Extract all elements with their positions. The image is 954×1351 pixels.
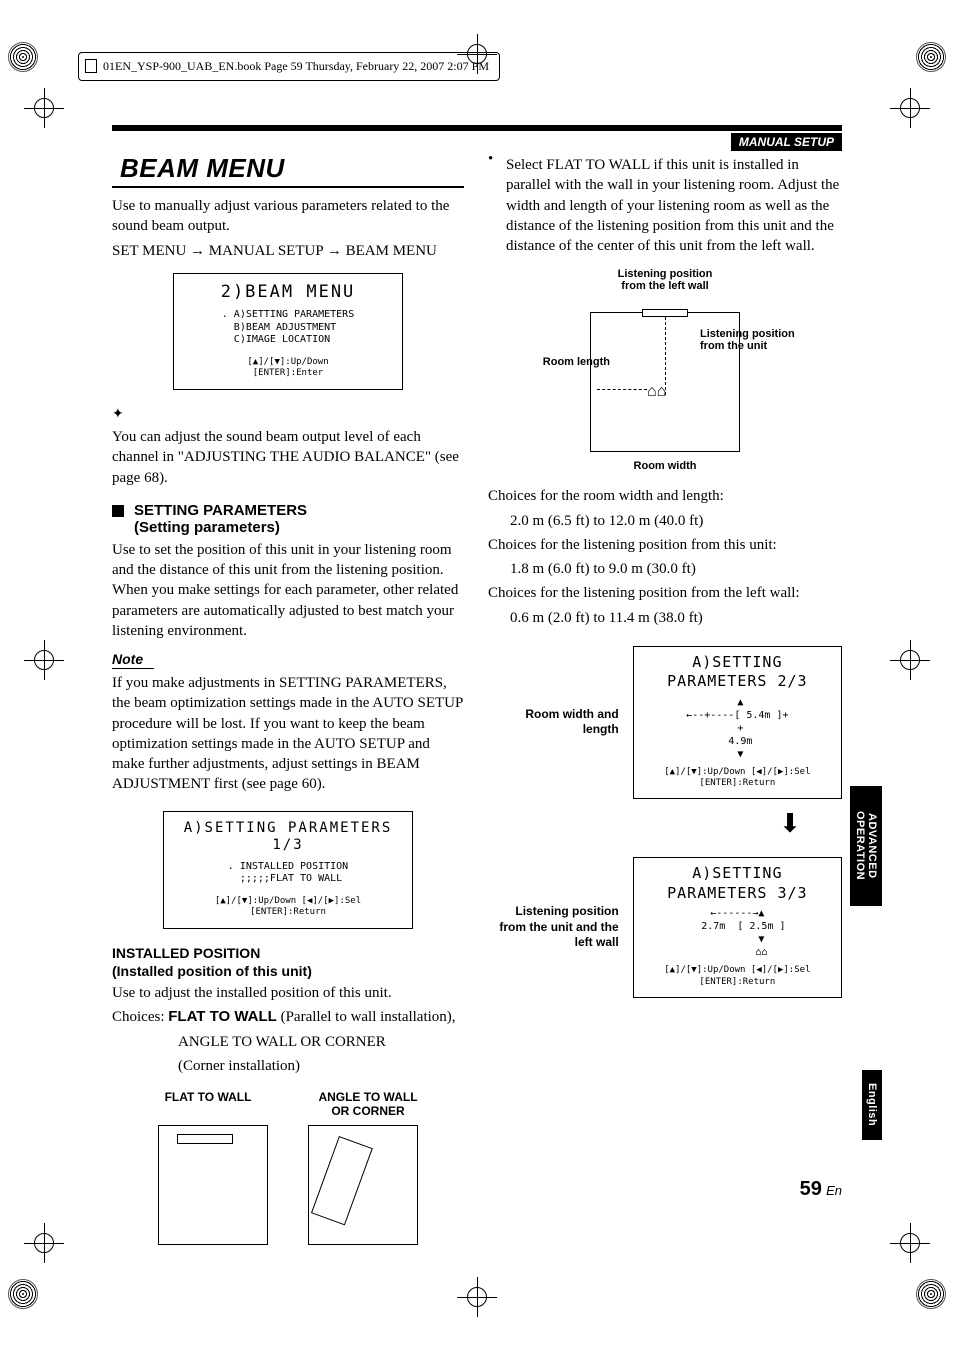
side-tab-english: English xyxy=(862,1070,882,1140)
room-diagram: Listening position from the left wall Ro… xyxy=(530,268,800,472)
subhead-line2: (Setting parameters) xyxy=(134,519,280,536)
subhead-setting-parameters: SETTING PARAMETERS (Setting parameters) xyxy=(112,502,464,536)
lcd-body: ←------→▲ 2.7m [ 2.5m ] ▼ ⌂⌂ xyxy=(642,907,833,959)
subhead-line1: SETTING PARAMETERS xyxy=(134,502,307,519)
crop-crosshair xyxy=(896,1229,924,1257)
lcd-title: 2)BEAM MENU xyxy=(184,282,392,303)
listener-icon: ⌂⌂ xyxy=(647,383,666,401)
installed-position-head: INSTALLED POSITION xyxy=(112,945,464,961)
caption-top: Listening position from the left wall xyxy=(530,268,800,292)
registration-mark xyxy=(916,1279,946,1309)
menu-path: SET MENU → MANUAL SETUP → BEAM MENU xyxy=(112,241,464,261)
page-lang: En xyxy=(826,1183,842,1198)
page-title: BEAM MENU xyxy=(112,151,464,188)
choices-lp-wall: Choices for the listening position from … xyxy=(488,583,842,603)
down-arrow-icon: ⬇ xyxy=(738,809,842,839)
dim-line xyxy=(665,317,666,395)
crop-crosshair xyxy=(896,94,924,122)
choice-angle: ANGLE TO WALL OR CORNER xyxy=(112,1032,464,1052)
tip-icon: ✦ xyxy=(112,406,464,423)
crop-crosshair xyxy=(896,646,924,674)
unit-icon xyxy=(642,309,688,317)
side-tab-advanced-operation: ADVANCED OPERATION xyxy=(850,786,882,906)
caption-bottom: Room width xyxy=(530,460,800,472)
header-rule xyxy=(112,125,842,131)
tip-text: You can adjust the sound beam output lev… xyxy=(112,427,464,488)
crop-header-text: 01EN_YSP-900_UAB_EN.book Page 59 Thursda… xyxy=(103,59,489,74)
lcd-title: A)SETTING PARAMETERS 2/3 xyxy=(642,653,833,692)
installed-position-sub: (Installed position of this unit) xyxy=(112,963,464,979)
lcd-lines: . A)SETTING PARAMETERS B)BEAM ADJUSTMENT… xyxy=(222,309,354,347)
choices-lp-wall-val: 0.6 m (2.0 ft) to 11.4 m (38.0 ft) xyxy=(488,608,842,628)
install-label-flat: FLAT TO WALL xyxy=(148,1090,268,1119)
install-label-angle: ANGLE TO WALL OR CORNER xyxy=(308,1090,428,1119)
choices-lp-unit-val: 1.8 m (6.0 ft) to 9.0 m (30.0 ft) xyxy=(488,559,842,579)
choice-flat-desc: (Parallel to wall installation), xyxy=(277,1009,456,1025)
book-icon xyxy=(85,59,97,73)
page-number: 59 xyxy=(800,1178,822,1200)
choices-lp-unit: Choices for the listening position from … xyxy=(488,535,842,555)
lcd-setting-3of3: A)SETTING PARAMETERS 3/3 ←------→▲ 2.7m … xyxy=(633,857,842,997)
page-content: MANUAL SETUP BEAM MENU Use to manually a… xyxy=(112,125,842,1245)
pair-label-room: Room width and length xyxy=(488,707,619,738)
lcd-setting-2of3: A)SETTING PARAMETERS 2/3 ▲ ←--+----[ 5.4… xyxy=(633,646,842,799)
choice-angle-desc: (Corner installation) xyxy=(112,1056,464,1076)
unit-icon xyxy=(177,1134,233,1144)
lcd-title: A)SETTING PARAMETERS 3/3 xyxy=(642,864,833,903)
page-footer: 59 En xyxy=(112,1178,842,1201)
lcd-beam-menu: 2)BEAM MENU . A)SETTING PARAMETERS B)BEA… xyxy=(173,273,403,390)
choice-flat: FLAT TO WALL xyxy=(168,1008,277,1025)
lcd-body: ▲ ←--+----[ 5.4m ]+ + 4.9m ▼ xyxy=(642,696,833,761)
square-bullet-icon xyxy=(112,505,124,517)
registration-mark xyxy=(916,42,946,72)
lcd-lines: . INSTALLED POSITION ;;;;;FLAT TO WALL xyxy=(228,861,348,886)
lcd-title: A)SETTING PARAMETERS 1/3 xyxy=(174,820,402,855)
lcd-hint: [▲]/[▼]:Up/Down [◀]/[▶]:Sel [ENTER]:Retu… xyxy=(174,896,402,919)
setting-desc: Use to set the position of this unit in … xyxy=(112,540,464,641)
bullet-icon: • xyxy=(488,151,496,260)
note-label: Note xyxy=(112,651,154,669)
lcd-setting-1of3: A)SETTING PARAMETERS 1/3 . INSTALLED POS… xyxy=(163,811,413,930)
crop-header: 01EN_YSP-900_UAB_EN.book Page 59 Thursda… xyxy=(78,52,500,81)
crop-crosshair xyxy=(463,1283,491,1311)
crop-crosshair xyxy=(30,1229,58,1257)
registration-mark xyxy=(8,1279,38,1309)
registration-mark xyxy=(8,42,38,72)
crop-crosshair xyxy=(30,94,58,122)
dim-line xyxy=(597,389,647,390)
choices-label: Choices: xyxy=(112,1009,165,1025)
lcd-hint: [▲]/[▼]:Up/Down [ENTER]:Enter xyxy=(184,357,392,380)
installed-desc: Use to adjust the installed position of … xyxy=(112,983,464,1003)
lcd-hint: [▲]/[▼]:Up/Down [◀]/[▶]:Sel [ENTER]:Retu… xyxy=(642,767,833,790)
lcd-hint: [▲]/[▼]:Up/Down [◀]/[▶]:Sel [ENTER]:Retu… xyxy=(642,965,833,988)
pair-label-listening: Listening position from the unit and the… xyxy=(488,904,619,951)
note-body: If you make adjustments in SETTING PARAM… xyxy=(112,673,464,795)
choices-room-val: 2.0 m (6.5 ft) to 12.0 m (40.0 ft) xyxy=(488,511,842,531)
intro-text: Use to manually adjust various parameter… xyxy=(112,196,464,237)
flat-to-wall-description: Select FLAT TO WALL if this unit is inst… xyxy=(506,155,842,256)
crop-crosshair xyxy=(30,646,58,674)
choices-room: Choices for the room width and length: xyxy=(488,486,842,506)
section-breadcrumb: MANUAL SETUP xyxy=(731,133,842,151)
choices-line: Choices: FLAT TO WALL (Parallel to wall … xyxy=(112,1007,464,1027)
